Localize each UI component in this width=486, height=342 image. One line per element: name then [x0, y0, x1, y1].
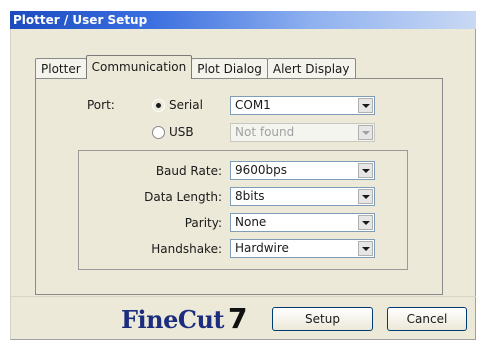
serial-port-value: COM1 — [235, 98, 271, 112]
logo-text: FineCut — [121, 305, 225, 334]
data-length-select[interactable]: 8bits — [230, 187, 375, 206]
usb-port-value: Not found — [235, 125, 295, 139]
tab-plotter[interactable]: Plotter — [35, 58, 87, 79]
setup-button[interactable]: Setup — [272, 307, 373, 331]
finecut-logo: FineCut 7 — [121, 303, 248, 335]
parity-select[interactable]: None — [230, 213, 375, 232]
usb-port-select: Not found — [230, 123, 375, 142]
chevron-down-icon[interactable] — [358, 241, 373, 256]
tab-communication[interactable]: Communication — [85, 55, 193, 79]
usb-radio[interactable] — [152, 126, 165, 139]
handshake-label: Handshake: — [151, 242, 222, 256]
parity-label: Parity: — [184, 216, 222, 230]
chevron-down-icon[interactable] — [358, 215, 373, 230]
parity-value: None — [235, 215, 267, 229]
tab-strip: Plotter Communication Plot Dialog Alert … — [35, 55, 356, 79]
chevron-down-icon — [358, 125, 373, 140]
chevron-down-icon[interactable] — [358, 98, 373, 113]
data-length-label: Data Length: — [144, 190, 222, 204]
handshake-select[interactable]: Hardwire — [230, 239, 375, 258]
usb-label[interactable]: USB — [169, 125, 194, 139]
footer-divider — [10, 296, 476, 297]
baud-rate-value: 9600bps — [235, 163, 288, 177]
serial-port-select[interactable]: COM1 — [230, 96, 375, 115]
baud-rate-label: Baud Rate: — [155, 164, 222, 178]
chevron-down-icon[interactable] — [358, 189, 373, 204]
baud-rate-select[interactable]: 9600bps — [230, 161, 375, 180]
serial-radio[interactable] — [152, 99, 165, 112]
tab-alert-display[interactable]: Alert Display — [266, 58, 356, 79]
window-title: Plotter / User Setup — [10, 11, 476, 29]
setup-window: Plotter / User Setup Plotter Communicati… — [0, 0, 486, 342]
logo-version: 7 — [228, 302, 248, 335]
serial-label[interactable]: Serial — [169, 98, 203, 112]
chevron-down-icon[interactable] — [358, 163, 373, 178]
tab-plot-dialog[interactable]: Plot Dialog — [191, 58, 268, 79]
cancel-button[interactable]: Cancel — [387, 307, 467, 331]
data-length-value: 8bits — [235, 189, 265, 203]
port-label: Port: — [87, 98, 115, 112]
handshake-value: Hardwire — [235, 241, 289, 255]
